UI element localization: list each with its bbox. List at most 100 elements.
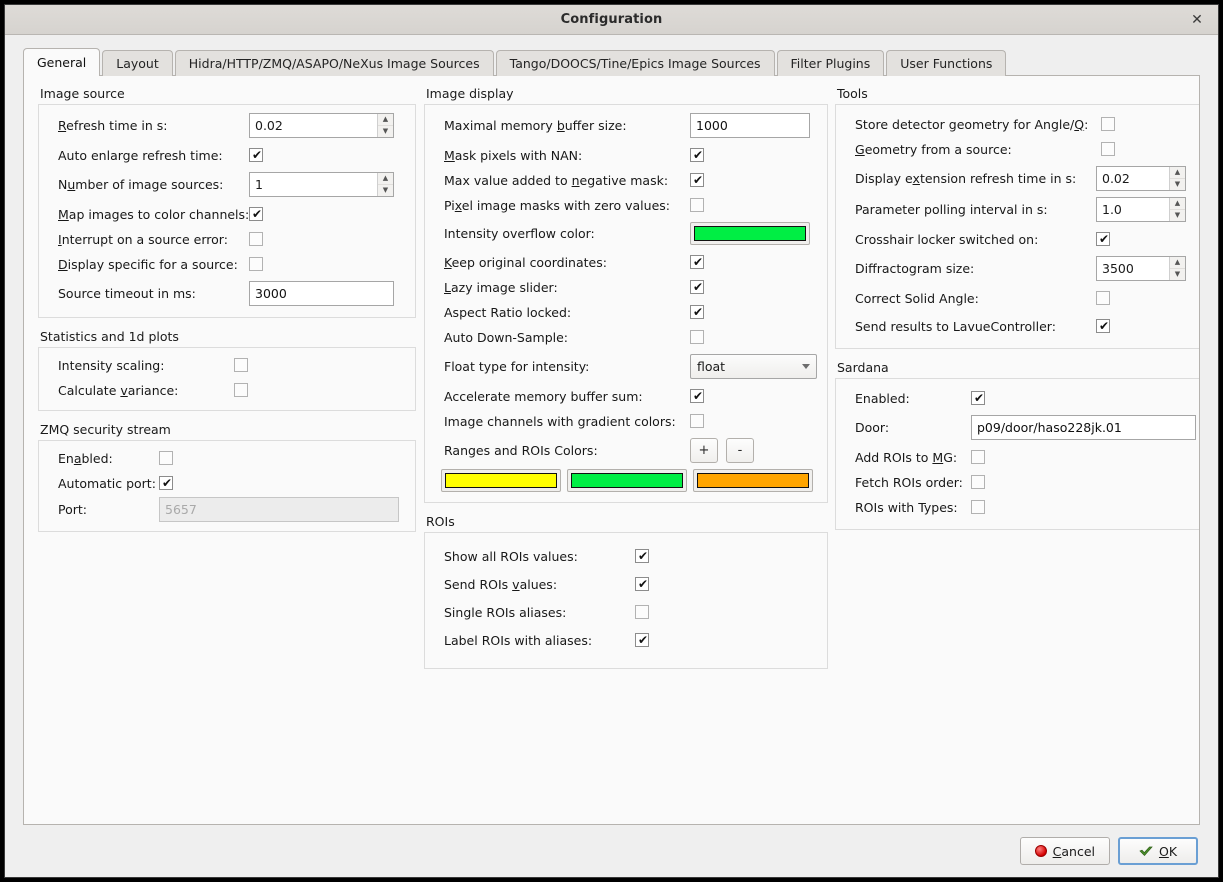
- label-source-timeout: Source timeout in ms:: [49, 286, 249, 301]
- max-memory-input[interactable]: 1000: [690, 113, 810, 138]
- field-store-geometry: Store detector geometry for Angle/Q:: [846, 113, 1200, 135]
- pixel-zero-checkbox[interactable]: [690, 198, 704, 212]
- label-gradient-colors: Image channels with gradient colors:: [435, 414, 690, 429]
- field-zmq-enabled: Enabled:: [49, 447, 405, 469]
- gradient-colors-checkbox[interactable]: [690, 414, 704, 428]
- tab-label: Hidra/HTTP/ZMQ/ASAPO/NeXus Image Sources: [189, 56, 480, 71]
- tab-filter-plugins[interactable]: Filter Plugins: [777, 50, 885, 76]
- field-calculate-variance: Calculate variance:: [49, 379, 405, 401]
- field-sardana-enabled: Enabled:: [846, 387, 1200, 409]
- float-type-value: float: [697, 359, 802, 374]
- spinbox-buttons[interactable]: ▲ ▼: [1169, 167, 1185, 190]
- ok-button[interactable]: OK: [1118, 837, 1198, 865]
- cancel-button[interactable]: Cancel: [1020, 837, 1110, 865]
- accelerate-sum-checkbox[interactable]: [690, 389, 704, 403]
- label-correct-solid-angle: Correct Solid Angle:: [846, 291, 1096, 306]
- remove-roi-color-button[interactable]: -: [726, 438, 754, 463]
- crosshair-locker-checkbox[interactable]: [1096, 232, 1110, 246]
- sardana-enabled-checkbox[interactable]: [971, 391, 985, 405]
- group-image-source: Refresh time in s: 0.02 ▲ ▼: [38, 104, 416, 318]
- tab-tango-image-sources[interactable]: Tango/DOOCS/Tine/Epics Image Sources: [496, 50, 775, 76]
- zmq-enabled-checkbox[interactable]: [159, 451, 173, 465]
- label-zmq-port: Port:: [49, 502, 159, 517]
- close-icon[interactable]: ✕: [1184, 8, 1210, 32]
- label-ranges-rois-colors: Ranges and ROIs Colors:: [435, 443, 690, 458]
- mask-nan-checkbox[interactable]: [690, 148, 704, 162]
- geometry-source-checkbox[interactable]: [1101, 142, 1115, 156]
- roi-color-button-1[interactable]: [441, 469, 561, 492]
- spinbox-buttons[interactable]: ▲ ▼: [1169, 257, 1185, 280]
- diffractogram-size-spinbox[interactable]: 3500 ▲ ▼: [1096, 256, 1186, 281]
- group-rois: Show all ROIs values: Send ROIs values: …: [424, 532, 828, 669]
- auto-downsample-checkbox[interactable]: [690, 330, 704, 344]
- spin-up-icon[interactable]: ▲: [378, 114, 393, 126]
- spin-up-icon[interactable]: ▲: [1170, 257, 1185, 269]
- add-roi-color-button[interactable]: +: [690, 438, 718, 463]
- add-rois-mg-checkbox[interactable]: [971, 450, 985, 464]
- spinbox-buttons[interactable]: ▲ ▼: [377, 173, 393, 196]
- tab-hidra-image-sources[interactable]: Hidra/HTTP/ZMQ/ASAPO/NeXus Image Sources: [175, 50, 494, 76]
- group-title-statistics: Statistics and 1d plots: [40, 329, 416, 344]
- aspect-ratio-checkbox[interactable]: [690, 305, 704, 319]
- roi-color-button-3[interactable]: [693, 469, 813, 492]
- correct-solid-angle-checkbox[interactable]: [1096, 291, 1110, 305]
- label-sardana-enabled: Enabled:: [846, 391, 971, 406]
- polling-interval-spinbox[interactable]: 1.0 ▲ ▼: [1096, 197, 1186, 222]
- intensity-scaling-checkbox[interactable]: [234, 358, 248, 372]
- tab-general[interactable]: General: [23, 48, 100, 76]
- automatic-port-checkbox[interactable]: [159, 476, 173, 490]
- keep-coords-checkbox[interactable]: [690, 255, 704, 269]
- max-negative-checkbox[interactable]: [690, 173, 704, 187]
- field-number-sources: Number of image sources: 1 ▲ ▼: [49, 172, 405, 197]
- float-type-combobox[interactable]: float: [690, 354, 817, 379]
- refresh-time-value: 0.02: [250, 114, 377, 137]
- field-send-rois-values: Send ROIs values:: [435, 573, 817, 595]
- label-rois-with-types: ROIs with Types:: [846, 500, 971, 515]
- fetch-rois-order-checkbox[interactable]: [971, 475, 985, 489]
- spin-down-icon[interactable]: ▼: [378, 185, 393, 197]
- cancel-icon: [1035, 845, 1047, 857]
- send-rois-values-checkbox[interactable]: [635, 577, 649, 591]
- refresh-time-spinbox[interactable]: 0.02 ▲ ▼: [249, 113, 394, 138]
- field-keep-coords: Keep original coordinates:: [435, 251, 817, 273]
- single-rois-aliases-checkbox[interactable]: [635, 605, 649, 619]
- label-send-results: Send results to LavueController:: [846, 319, 1096, 334]
- calculate-variance-checkbox[interactable]: [234, 383, 248, 397]
- group-title-image-display: Image display: [426, 86, 828, 101]
- spin-down-icon[interactable]: ▼: [1170, 269, 1185, 281]
- spin-up-icon[interactable]: ▲: [378, 173, 393, 185]
- spinbox-buttons[interactable]: ▲ ▼: [1169, 198, 1185, 221]
- spinbox-buttons[interactable]: ▲ ▼: [377, 114, 393, 137]
- spin-down-icon[interactable]: ▼: [1170, 179, 1185, 191]
- spin-down-icon[interactable]: ▼: [1170, 210, 1185, 222]
- spin-down-icon[interactable]: ▼: [378, 126, 393, 138]
- overflow-color-button[interactable]: [690, 222, 810, 245]
- rois-with-types-checkbox[interactable]: [971, 500, 985, 514]
- display-extension-refresh-spinbox[interactable]: 0.02 ▲ ▼: [1096, 166, 1186, 191]
- tab-label: Layout: [116, 56, 159, 71]
- roi-color-button-2[interactable]: [567, 469, 687, 492]
- tab-layout[interactable]: Layout: [102, 50, 173, 76]
- label-rois-aliases-checkbox[interactable]: [635, 633, 649, 647]
- tab-user-functions[interactable]: User Functions: [886, 50, 1006, 76]
- field-rois-with-types: ROIs with Types:: [846, 496, 1200, 518]
- spin-up-icon[interactable]: ▲: [1170, 198, 1185, 210]
- lazy-slider-checkbox[interactable]: [690, 280, 704, 294]
- number-sources-spinbox[interactable]: 1 ▲ ▼: [249, 172, 394, 197]
- source-timeout-input[interactable]: 3000: [249, 281, 394, 306]
- tab-label: Filter Plugins: [791, 56, 871, 71]
- sardana-door-input[interactable]: p09/door/haso228jk.01: [971, 415, 1196, 440]
- tab-content-general: Image source Refresh time in s: 0.02 ▲ ▼: [23, 75, 1200, 825]
- interrupt-error-checkbox[interactable]: [249, 232, 263, 246]
- label-fetch-rois-order: Fetch ROIs order:: [846, 475, 971, 490]
- display-specific-checkbox[interactable]: [249, 257, 263, 271]
- show-all-rois-checkbox[interactable]: [635, 549, 649, 563]
- auto-enlarge-checkbox[interactable]: [249, 148, 263, 162]
- label-keep-coords: Keep original coordinates:: [435, 255, 690, 270]
- store-geometry-checkbox[interactable]: [1101, 117, 1115, 131]
- send-results-checkbox[interactable]: [1096, 319, 1110, 333]
- group-image-display: Maximal memory buffer size: 1000 Mask pi…: [424, 104, 828, 503]
- spin-up-icon[interactable]: ▲: [1170, 167, 1185, 179]
- map-channels-checkbox[interactable]: [249, 207, 263, 221]
- field-correct-solid-angle: Correct Solid Angle:: [846, 287, 1200, 309]
